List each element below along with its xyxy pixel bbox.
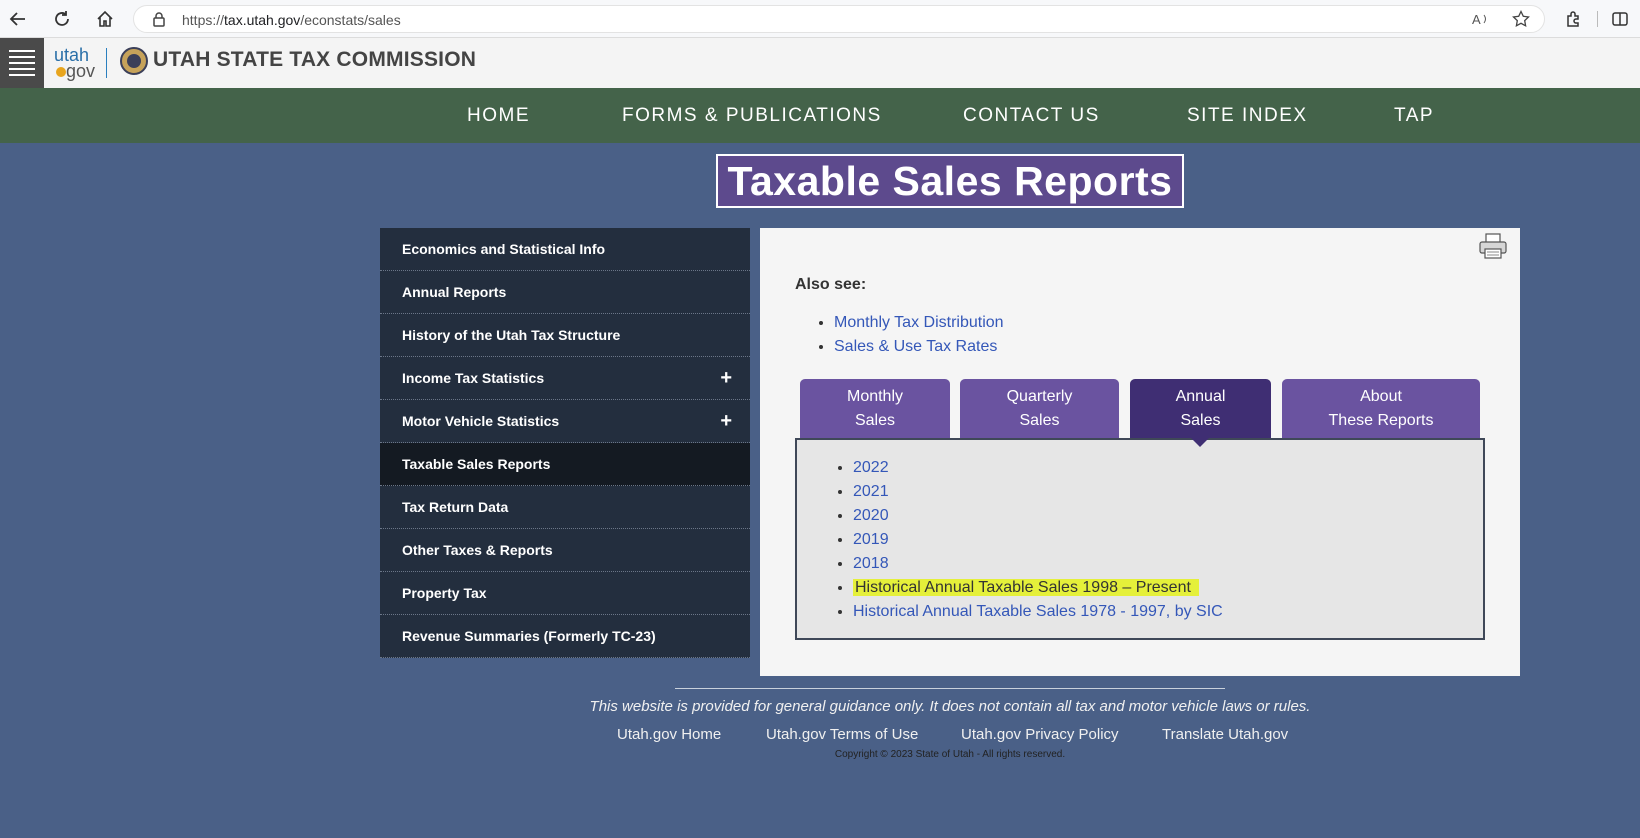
- sidebar-item-label: Property Tax: [402, 585, 487, 601]
- favorite-star-icon[interactable]: [1512, 9, 1530, 33]
- sidebar-item-taxable-sales[interactable]: Taxable Sales Reports: [380, 443, 750, 486]
- sidebar-item-label: Tax Return Data: [402, 499, 509, 515]
- printer-icon[interactable]: [1478, 232, 1508, 260]
- list-item: 2019: [853, 528, 1223, 552]
- site-title[interactable]: UTAH STATE TAX COMMISSION: [153, 48, 476, 72]
- footer-divider: [675, 688, 1225, 689]
- sidebar-item-label: Revenue Summaries (Formerly TC-23): [402, 628, 656, 644]
- year-2022-link[interactable]: 2022: [853, 459, 889, 476]
- content-panel: Also see: Monthly Tax Distribution Sales…: [760, 228, 1520, 676]
- nav-site-index[interactable]: SITE INDEX: [1187, 105, 1308, 127]
- copyright-text: Copyright © 2023 State of Utah - All rig…: [834, 749, 1066, 760]
- list-item: 2018: [853, 552, 1223, 576]
- also-see-list: Monthly Tax Distribution Sales & Use Tax…: [814, 311, 1004, 359]
- sidebar-item-property-tax[interactable]: Property Tax: [380, 572, 750, 615]
- site-header: utah gov UTAH STATE TAX COMMISSION: [0, 38, 1640, 88]
- sidebar-item-revenue-summaries[interactable]: Revenue Summaries (Formerly TC-23): [380, 615, 750, 658]
- year-2018-link[interactable]: 2018: [853, 555, 889, 572]
- nav-tap[interactable]: TAP: [1394, 105, 1434, 127]
- historical-1978-1997-link[interactable]: Historical Annual Taxable Sales 1978 - 1…: [853, 603, 1223, 620]
- sidebar-item-label: Economics and Statistical Info: [402, 241, 606, 257]
- sidebar-item-annual-reports[interactable]: Annual Reports: [380, 271, 750, 314]
- sidebar-item-other-taxes[interactable]: Other Taxes & Reports: [380, 529, 750, 572]
- sidebar-item-label: Income Tax Statistics: [402, 370, 545, 386]
- read-aloud-icon[interactable]: A: [1472, 11, 1490, 32]
- tab-quarterly-sales[interactable]: Quarterly Sales: [960, 379, 1119, 439]
- active-tab-pointer: [1191, 438, 1209, 447]
- list-item: 2021: [853, 480, 1223, 504]
- list-item: Historical Annual Taxable Sales 1998 – P…: [853, 576, 1223, 600]
- state-seal-icon[interactable]: [120, 47, 148, 75]
- annual-sales-panel: 2022 2021 2020 2019 2018 Historical Annu…: [795, 438, 1485, 640]
- sidebar-item-motor-vehicle[interactable]: Motor Vehicle Statistics +: [380, 400, 750, 443]
- list-item: 2022: [853, 456, 1223, 480]
- list-item: 2020: [853, 504, 1223, 528]
- url-text[interactable]: https://tax.utah.gov/econstats/sales: [182, 12, 401, 28]
- year-2019-link[interactable]: 2019: [853, 531, 889, 548]
- expand-plus-icon[interactable]: +: [720, 367, 732, 390]
- menu-icon[interactable]: [0, 38, 44, 88]
- address-bar[interactable]: https://tax.utah.gov/econstats/sales A: [133, 5, 1545, 33]
- sidebar-item-tax-return-data[interactable]: Tax Return Data: [380, 486, 750, 529]
- footer-link-terms[interactable]: Utah.gov Terms of Use: [766, 726, 918, 743]
- annual-reports-list: 2022 2021 2020 2019 2018 Historical Annu…: [833, 456, 1223, 624]
- year-2020-link[interactable]: 2020: [853, 507, 889, 524]
- sidebar: Economics and Statistical Info Annual Re…: [380, 228, 750, 658]
- toolbar-divider: [1597, 11, 1598, 27]
- sidebar-item-income-tax[interactable]: Income Tax Statistics +: [380, 357, 750, 400]
- logo-divider: [106, 48, 107, 78]
- sidebar-item-economics[interactable]: Economics and Statistical Info: [380, 228, 750, 271]
- svg-text:A: A: [1472, 12, 1481, 27]
- list-item: Sales & Use Tax Rates: [834, 335, 1004, 359]
- sidebar-item-label: History of the Utah Tax Structure: [402, 327, 621, 343]
- footer-link-home[interactable]: Utah.gov Home: [617, 726, 721, 743]
- extensions-icon[interactable]: [1562, 7, 1586, 31]
- list-item: Historical Annual Taxable Sales 1978 - 1…: [853, 600, 1223, 624]
- footer-link-translate[interactable]: Translate Utah.gov: [1162, 726, 1288, 743]
- split-screen-icon[interactable]: [1608, 7, 1632, 31]
- monthly-tax-distribution-link[interactable]: Monthly Tax Distribution: [834, 314, 1004, 331]
- sidebar-item-label: Motor Vehicle Statistics: [402, 413, 560, 429]
- expand-plus-icon[interactable]: +: [720, 410, 732, 433]
- tab-about-reports[interactable]: About These Reports: [1282, 379, 1480, 439]
- tab-monthly-sales[interactable]: Monthly Sales: [800, 379, 950, 439]
- historical-1998-present-text[interactable]: Historical Annual Taxable Sales 1998 – P…: [853, 579, 1199, 596]
- main-nav: HOME FORMS & PUBLICATIONS CONTACT US SIT…: [0, 88, 1640, 143]
- reload-icon[interactable]: [50, 7, 74, 31]
- footer-disclaimer: This website is provided for general gui…: [589, 698, 1311, 715]
- tab-annual-sales[interactable]: Annual Sales: [1130, 379, 1271, 439]
- sidebar-item-history[interactable]: History of the Utah Tax Structure: [380, 314, 750, 357]
- list-item: Monthly Tax Distribution: [834, 311, 1004, 335]
- sales-use-tax-rates-link[interactable]: Sales & Use Tax Rates: [834, 338, 997, 355]
- sidebar-item-label: Taxable Sales Reports: [402, 456, 551, 472]
- page-title: Taxable Sales Reports: [716, 154, 1184, 208]
- year-2021-link[interactable]: 2021: [853, 483, 889, 500]
- footer-link-privacy[interactable]: Utah.gov Privacy Policy: [961, 726, 1119, 743]
- sidebar-item-label: Annual Reports: [402, 284, 507, 300]
- sidebar-item-label: Other Taxes & Reports: [402, 542, 553, 558]
- nav-contact-us[interactable]: CONTACT US: [963, 105, 1100, 127]
- nav-forms-publications[interactable]: FORMS & PUBLICATIONS: [622, 105, 882, 127]
- also-see-heading: Also see:: [795, 276, 867, 293]
- lock-icon[interactable]: [152, 12, 166, 32]
- back-icon[interactable]: [6, 7, 30, 31]
- nav-home[interactable]: HOME: [467, 105, 530, 127]
- home-icon[interactable]: [93, 7, 117, 31]
- browser-toolbar: https://tax.utah.gov/econstats/sales A: [0, 0, 1640, 38]
- utah-gov-logo[interactable]: utah gov: [54, 45, 102, 83]
